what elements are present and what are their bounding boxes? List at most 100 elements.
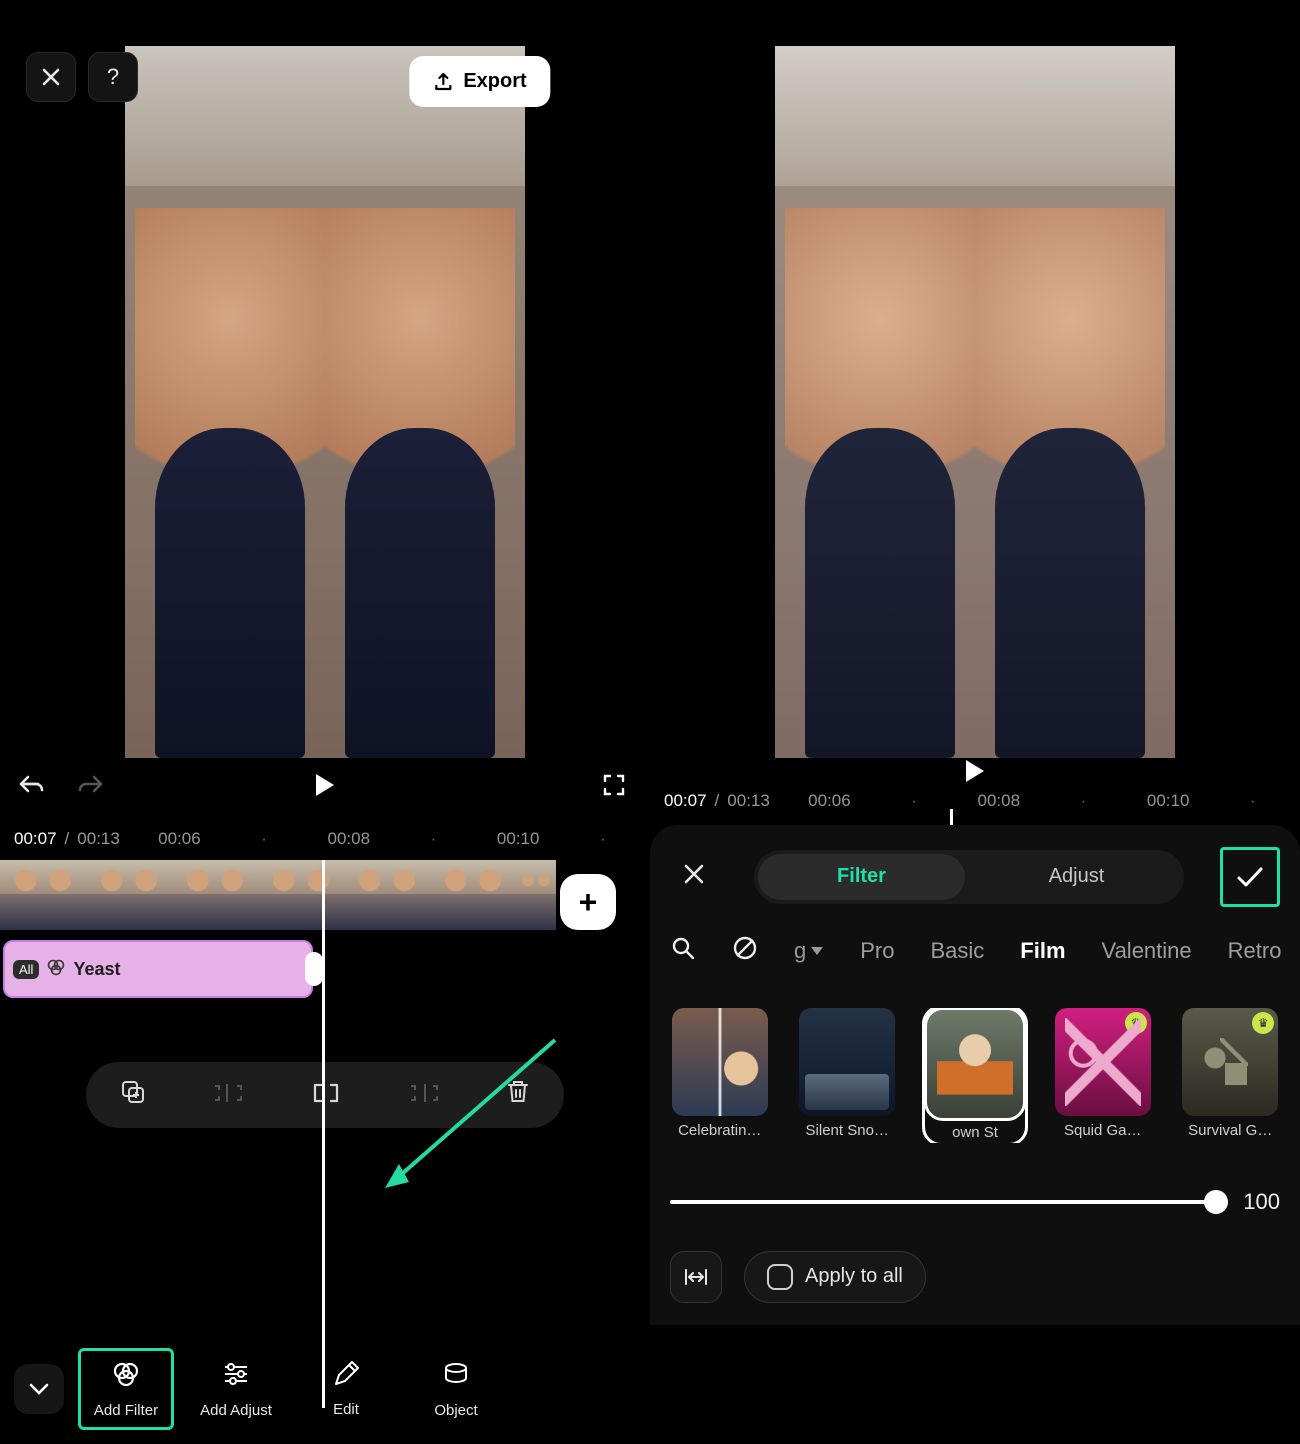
tick: 00:06	[158, 829, 201, 849]
fullscreen-button[interactable]	[602, 773, 626, 804]
nav-label: Object	[434, 1402, 477, 1419]
thumb-label: Survival G…	[1188, 1122, 1272, 1139]
upload-icon	[433, 72, 453, 92]
thumb-label: Silent Sno…	[806, 1122, 889, 1139]
timeline-strip[interactable]: +	[0, 860, 650, 944]
cat-basic[interactable]: Basic	[931, 938, 985, 964]
cat-retro[interactable]: Retro	[1228, 938, 1282, 964]
bottom-nav: Add Filter Add Adjust Edit Object	[0, 1334, 650, 1444]
filter-panel: Filter Adjust g Pro Basi	[650, 825, 1300, 1325]
undo-button[interactable]	[18, 773, 48, 804]
filter-categories: g Pro Basic Film Valentine Retro	[670, 935, 1280, 968]
filter-thumb[interactable]: Silent Sno…	[798, 1008, 898, 1143]
filter-icon	[47, 958, 65, 981]
filter-icon	[111, 1359, 141, 1396]
effect-chip[interactable]: All Yeast	[3, 940, 313, 998]
none-filter-button[interactable]	[732, 935, 758, 968]
slider-knob[interactable]	[1204, 1190, 1228, 1214]
apply-to-all-button[interactable]: Apply to all	[744, 1251, 926, 1303]
cat-pro[interactable]: Pro	[860, 938, 894, 964]
category-dropdown[interactable]: g	[794, 938, 824, 964]
tick: 00:10	[1147, 791, 1190, 811]
nav-add-filter[interactable]: Add Filter	[78, 1348, 174, 1430]
filter-thumb[interactable]: Celebratin…	[670, 1008, 770, 1143]
time-total: 00:13	[727, 791, 770, 811]
premium-badge-icon: ♛	[1252, 1012, 1274, 1034]
filter-adjust-toggle[interactable]: Filter Adjust	[754, 850, 1184, 904]
transport-bar	[650, 758, 1300, 791]
cat-valentine[interactable]: Valentine	[1102, 938, 1192, 964]
tick: 00:08	[977, 791, 1020, 811]
split-left-button[interactable]	[199, 1072, 257, 1119]
clip-thumb[interactable]	[344, 860, 430, 930]
clip-thumb[interactable]	[86, 860, 172, 930]
search-button[interactable]	[670, 935, 696, 968]
clip-thumb[interactable]	[516, 860, 556, 930]
nav-label: Edit	[333, 1401, 359, 1418]
export-label: Export	[463, 70, 526, 93]
video-preview[interactable]	[125, 46, 525, 758]
effect-name: Yeast	[73, 959, 120, 980]
duplicate-button[interactable]	[106, 1071, 160, 1120]
apply-all-label: Apply to all	[805, 1265, 903, 1288]
filter-thumb-strip[interactable]: Celebratin… Silent Sno… own St ♛ Squid G…	[670, 1008, 1280, 1143]
tick: 00:06	[808, 791, 851, 811]
question-icon: ?	[107, 64, 119, 90]
edit-toolbar	[86, 1062, 564, 1128]
thumb-label: Squid Ga…	[1064, 1122, 1142, 1139]
sliders-icon	[221, 1359, 251, 1396]
effect-scope-pill: All	[13, 960, 39, 979]
tab-filter[interactable]: Filter	[754, 865, 969, 888]
time-sep: /	[715, 791, 720, 811]
stretch-button[interactable]	[670, 1251, 722, 1303]
cat-film[interactable]: Film	[1020, 938, 1065, 964]
thumb-label: Celebratin…	[678, 1122, 761, 1139]
tick: 00:10	[497, 829, 540, 849]
close-button[interactable]	[26, 52, 76, 102]
filter-thumb[interactable]: ♛ Survival G…	[1181, 1008, 1281, 1143]
effect-trim-handle[interactable]	[305, 952, 323, 986]
split-right-button[interactable]	[395, 1072, 453, 1119]
collapse-button[interactable]	[14, 1364, 64, 1414]
clip-thumb[interactable]	[0, 860, 86, 930]
clip-thumb[interactable]	[172, 860, 258, 930]
clip-thumb[interactable]	[258, 860, 344, 930]
tick: 00:08	[327, 829, 370, 849]
dropdown-fragment: g	[794, 938, 806, 964]
export-button[interactable]: Export	[409, 56, 550, 107]
clip-thumb[interactable]	[430, 860, 516, 930]
redo-button[interactable]	[74, 773, 104, 804]
nav-object[interactable]: Object	[408, 1351, 504, 1427]
confirm-button[interactable]	[1220, 847, 1280, 907]
delete-button[interactable]	[492, 1071, 544, 1120]
close-panel-button[interactable]	[670, 855, 718, 899]
video-preview-area	[0, 0, 650, 758]
time-current: 00:07	[14, 829, 57, 849]
video-preview[interactable]	[775, 46, 1175, 758]
time-current: 00:07	[664, 791, 707, 811]
split-button[interactable]	[297, 1072, 355, 1119]
nav-label: Add Adjust	[200, 1402, 272, 1419]
slider-value: 100	[1236, 1189, 1280, 1215]
pencil-icon	[332, 1360, 360, 1395]
filter-thumb[interactable]: own St	[925, 1008, 1025, 1143]
add-clip-button[interactable]: +	[560, 874, 616, 930]
play-button[interactable]	[314, 772, 336, 805]
nav-label: Add Filter	[94, 1402, 158, 1419]
premium-badge-icon: ♛	[1125, 1012, 1147, 1034]
object-icon	[441, 1359, 471, 1396]
play-button[interactable]	[964, 758, 986, 791]
intensity-slider[interactable]: 100	[670, 1189, 1280, 1215]
video-preview-area	[650, 0, 1300, 758]
playhead[interactable]	[322, 860, 325, 1408]
filter-thumb[interactable]: ♛ Squid Ga…	[1053, 1008, 1153, 1143]
thumb-label: own St	[952, 1124, 998, 1141]
time-sep: /	[65, 829, 70, 849]
time-row: 00:07 / 00:13 00:06· 00:08· 00:10·	[0, 818, 650, 860]
tab-adjust[interactable]: Adjust	[969, 865, 1184, 888]
nav-add-adjust[interactable]: Add Adjust	[188, 1351, 284, 1427]
time-total: 00:13	[77, 829, 120, 849]
time-row: 00:07 / 00:13 00:06· 00:08· 00:10·	[650, 791, 1300, 811]
help-button[interactable]: ?	[88, 52, 138, 102]
nav-edit[interactable]: Edit	[298, 1352, 394, 1426]
